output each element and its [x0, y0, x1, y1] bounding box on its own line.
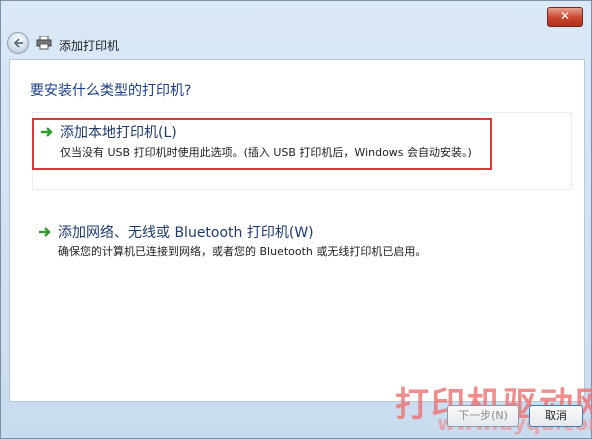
option-title: 添加网络、无线或 Bluetooth 打印机(W)	[58, 225, 314, 241]
add-network-printer-option[interactable]: 添加网络、无线或 Bluetooth 打印机(W) 确保您的计算机已连接到网络，…	[32, 220, 492, 260]
wizard-title: 添加打印机	[59, 39, 120, 53]
next-button[interactable]: 下一步(N)	[447, 405, 519, 427]
add-printer-window: ✕ 添加打印机 要安装什么类型的打印机? 添加本地打印机(L) 仅当没有 USB…	[0, 0, 592, 439]
back-button[interactable]	[7, 32, 29, 54]
add-local-printer-option[interactable]: 添加本地打印机(L) 仅当没有 USB 打印机时使用此选项。(插入 USB 打印…	[32, 118, 492, 170]
wizard-content: 要安装什么类型的打印机? 添加本地打印机(L) 仅当没有 USB 打印机时使用此…	[9, 59, 585, 402]
green-arrow-icon	[39, 227, 51, 237]
close-button[interactable]: ✕	[547, 7, 583, 27]
cancel-button[interactable]: 取消	[529, 405, 583, 427]
navigation-bar: 添加打印机	[1, 29, 591, 59]
green-arrow-icon	[41, 127, 53, 137]
close-icon: ✕	[559, 9, 571, 23]
page-heading: 要安装什么类型的打印机?	[30, 83, 192, 99]
option-title: 添加本地打印机(L)	[60, 125, 177, 141]
printer-icon	[36, 36, 52, 50]
option-description: 确保您的计算机已连接到网络，或者您的 Bluetooth 或无线打印机已启用。	[58, 245, 427, 258]
back-arrow-icon	[13, 38, 23, 48]
option-description: 仅当没有 USB 打印机时使用此选项。(插入 USB 打印机后，Windows …	[60, 146, 472, 159]
title-bar: ✕	[1, 1, 591, 29]
